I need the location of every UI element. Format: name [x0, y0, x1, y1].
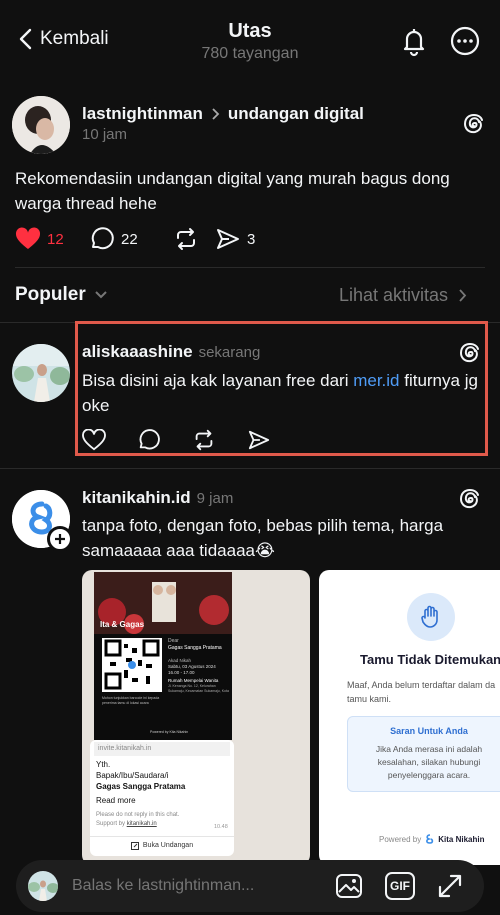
reply-bar: GIF — [16, 860, 484, 912]
more-options-icon[interactable] — [449, 25, 481, 57]
image-attach-icon[interactable] — [335, 873, 363, 899]
msg-time: 10.48 — [214, 824, 228, 830]
guest-not-found-body: Maaf, Anda belum terdaftar dalam da tamu… — [347, 680, 496, 704]
image-card-invitation[interactable]: Ita & Gagas Dear Gagas Sangga Pratama Ak… — [82, 570, 310, 865]
expand-icon[interactable] — [436, 872, 464, 900]
threads-logo-icon — [458, 487, 482, 511]
reply2-author[interactable]: kitanikahin.id — [82, 488, 191, 508]
msg-yth: Yth. — [96, 760, 111, 769]
comment-count: 22 — [121, 230, 138, 248]
send-icon — [215, 227, 241, 251]
open-invitation-label: Buka Undangan — [142, 842, 194, 849]
powered-by: Powered by Kita Nikahin — [379, 834, 484, 844]
gif-label: GIF — [390, 879, 410, 893]
heart-filled-icon — [15, 227, 41, 251]
repost-icon — [173, 226, 199, 252]
repost-button[interactable] — [173, 226, 215, 252]
poster-powered: Powered by Kita Nikahin — [150, 730, 189, 734]
author-name[interactable]: lastnightinman — [82, 104, 203, 124]
kitanikahin-logo-icon — [425, 834, 434, 844]
divider — [0, 468, 500, 469]
reply2-header: kitanikahin.id 9 jam — [82, 488, 233, 508]
guest-not-found-title: Tamu Tidak Ditemukan — [360, 652, 500, 667]
chat-bubble: invite.kitanikah.in Yth. Bapak/Ibu/Sauda… — [90, 740, 234, 856]
poster-couple: Ita & Gagas — [100, 620, 145, 629]
highlight-box — [75, 321, 488, 456]
header: Kembali Utas 780 tayangan — [0, 0, 500, 80]
like-count: 12 — [47, 230, 64, 248]
powered-brand: Kita Nikahin — [438, 834, 485, 844]
poster-guest: Gagas Sangga Pratama — [168, 645, 222, 651]
support-link[interactable]: kitanikah.in — [127, 821, 157, 827]
activity-label: Lihat aktivitas — [339, 285, 449, 305]
like-button[interactable]: 12 — [15, 227, 89, 251]
chevron-right-icon — [211, 107, 220, 121]
msg-read-more[interactable]: Read more — [96, 796, 136, 805]
poster-dear: Dear — [168, 638, 179, 644]
author-avatar[interactable] — [12, 96, 70, 154]
plus-icon — [53, 532, 67, 546]
msg-support: Support by kitanikah.in — [96, 821, 157, 827]
poster-event: Akad Nikah — [168, 658, 192, 663]
comment-button[interactable]: 22 — [89, 226, 173, 252]
follow-button[interactable] — [47, 526, 73, 552]
suggestion-title: Saran Untuk Anda — [390, 726, 468, 736]
sort-label: Populer — [15, 284, 86, 305]
share-button[interactable]: 3 — [215, 227, 255, 251]
threads-logo-icon — [462, 112, 486, 136]
suggestion-box: Saran Untuk Anda Jika Anda merasa ini ad… — [347, 716, 500, 792]
reply-input[interactable] — [72, 873, 322, 899]
my-avatar — [28, 871, 58, 901]
hand-stop-icon — [420, 605, 442, 629]
msg-no-reply: Please do not reply in this chat. — [96, 812, 180, 818]
image-card-guest-not-found[interactable]: Tamu Tidak Ditemukan Maaf, Anda belum te… — [319, 570, 500, 865]
reply2-time: 9 jam — [196, 490, 234, 507]
bell-icon[interactable] — [398, 25, 430, 57]
poster-time: 16.00 - 17.00 — [168, 670, 195, 675]
sort-dropdown[interactable]: Populer — [15, 284, 108, 306]
open-invitation-button[interactable]: Buka Undangan — [90, 836, 234, 854]
comment-icon — [89, 226, 115, 252]
reply-avatar[interactable] — [12, 344, 70, 402]
topic-tag[interactable]: undangan digital — [228, 104, 364, 124]
invitation-poster: Ita & Gagas Dear Gagas Sangga Pratama Ak… — [94, 572, 232, 740]
activity-link[interactable]: Lihat aktivitas — [339, 285, 467, 306]
post-time: 10 jam — [82, 126, 128, 143]
suggestion-body: Jika Anda merasa ini adalah kesalahan, s… — [375, 744, 483, 780]
poster-venue: Rumah Mempelai Wanita — [168, 678, 219, 683]
post-actions: 12 22 3 — [15, 226, 255, 252]
reply2-text: tanpa foto, dengan foto, bebas pilih tem… — [82, 516, 444, 560]
poster-venue-addr: Jl. Kenanga No. 12, Kelurahan Sukamaju, … — [168, 684, 229, 693]
post-text: Rekomendasiin undangan digital yang mura… — [15, 169, 450, 213]
poster-date: Sabtu, 03 Agustus 2024 — [168, 664, 216, 669]
support-prefix: Support by — [96, 821, 127, 827]
msg-recipient: Gagas Sangga Pratama — [96, 782, 186, 791]
chevron-right-icon — [458, 288, 467, 303]
link-preview[interactable]: invite.kitanikah.in — [94, 742, 230, 756]
share-count: 3 — [247, 230, 256, 248]
powered-prefix: Powered by — [379, 834, 422, 844]
post-header: lastnightinman undangan digital — [82, 104, 364, 124]
hand-icon-circle — [407, 593, 455, 641]
gif-button[interactable]: GIF — [385, 872, 415, 900]
divider — [15, 267, 485, 268]
qr-code — [102, 638, 162, 692]
msg-salutation: Bapak/Ibu/Saudara/i — [96, 771, 169, 780]
external-link-icon — [130, 841, 139, 850]
poster-note: Mohon tunjukkan barcode ini kepada pener… — [102, 696, 160, 705]
chevron-down-icon — [94, 290, 108, 300]
